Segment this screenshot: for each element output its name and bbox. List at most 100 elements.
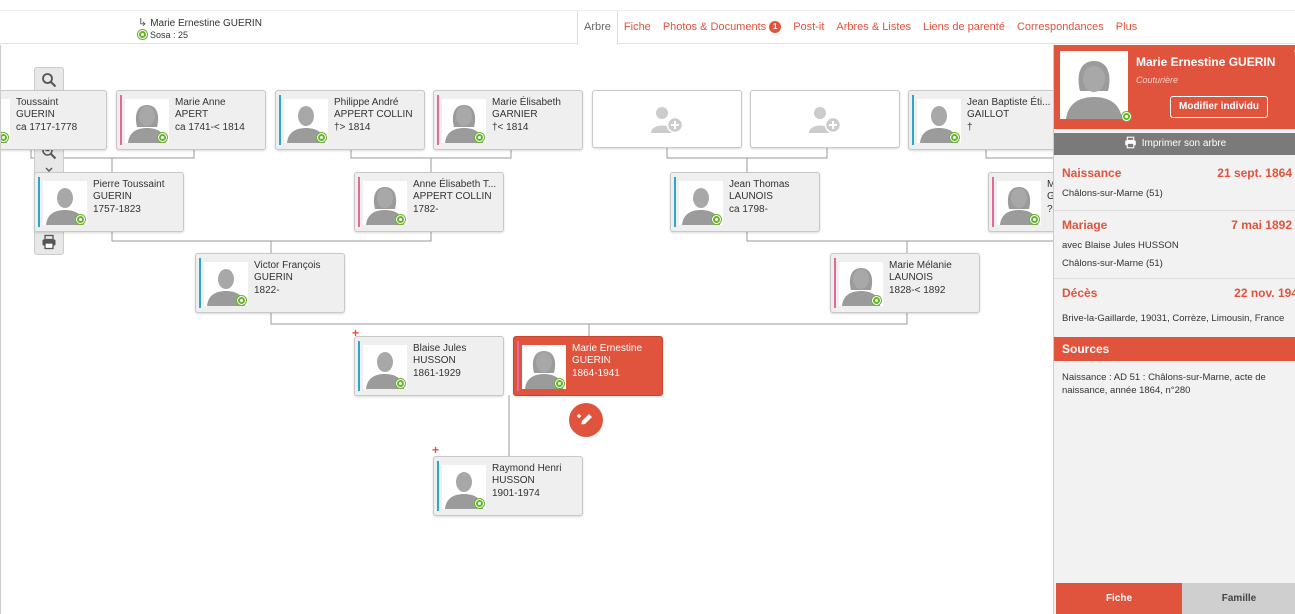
person-first-names: Anne Élisabeth T... xyxy=(413,179,497,190)
add-child-icon[interactable]: + xyxy=(432,443,439,457)
birth-label: Naissance xyxy=(1062,166,1122,180)
death-label: Décès xyxy=(1062,286,1098,300)
arrow-icon: ↳ xyxy=(138,17,148,29)
sosa-icon xyxy=(475,499,484,508)
person-card[interactable]: MG? xyxy=(988,172,1053,232)
marriage-date: 7 mai 1892 xyxy=(1231,218,1292,232)
death-date: 22 nov. 194 xyxy=(1234,286,1295,300)
female-silhouette-icon xyxy=(1060,51,1128,119)
person-first-names: Jean Thomas xyxy=(729,179,790,190)
sources-header[interactable]: Sources xyxy=(1054,337,1295,361)
tab-post-it[interactable]: Post-it xyxy=(787,11,830,44)
person-first-names: Jean Baptiste Éti... xyxy=(967,97,1051,108)
sex-indicator xyxy=(992,177,994,227)
sex-indicator xyxy=(437,461,439,511)
person-dates: 1864-1941 xyxy=(572,368,620,379)
person-dates: †< 1814 xyxy=(492,122,529,133)
tab-liens-parente[interactable]: Liens de parenté xyxy=(917,11,1011,44)
person-dates: 1822- xyxy=(254,285,280,296)
marriage-spouse: avec Blaise Jules HUSSON xyxy=(1062,240,1179,251)
person-card[interactable]: Anne Élisabeth T... APPERT COLLIN 1782- xyxy=(354,172,504,232)
person-card[interactable]: Jean Baptiste Éti... GAILLOT † xyxy=(908,90,1053,150)
person-surname: GARNIER xyxy=(492,109,538,120)
sex-indicator xyxy=(38,177,40,227)
person-surname: HUSSON xyxy=(492,475,535,486)
person-surname: APPERT COLLIN xyxy=(413,191,492,202)
death-place: Brive-la-Gaillarde, 19031, Corrèze, Limo… xyxy=(1062,313,1285,324)
add-spouse-icon[interactable]: + xyxy=(352,326,359,340)
person-card[interactable]: Pierre Toussaint GUERIN 1757-1823 xyxy=(34,172,184,232)
person-surname: GUERIN xyxy=(254,272,293,283)
person-card-selected[interactable]: Marie Ernestine GUERIN 1864-1941 xyxy=(513,336,663,396)
sex-indicator xyxy=(437,95,439,145)
tab-fiche-label: Fiche xyxy=(623,21,651,33)
sosa-icon xyxy=(76,215,85,224)
sosa-icon xyxy=(317,133,326,142)
print-tree-button[interactable] xyxy=(34,229,64,255)
person-first-names: Marie Anne xyxy=(175,97,226,108)
top-bar: ↳ Marie Ernestine GUERIN Sosa : 25 Arbre … xyxy=(0,10,1295,45)
panel-person-name: Marie Ernestine GUERIN xyxy=(1136,55,1276,69)
sex-indicator xyxy=(120,95,122,145)
person-card[interactable]: Blaise Jules HUSSON 1861-1929 xyxy=(354,336,504,396)
tab-correspondances[interactable]: Correspondances xyxy=(1011,11,1110,44)
sosa-icon xyxy=(158,133,167,142)
person-dates: 1782- xyxy=(413,204,439,215)
sosa-icon xyxy=(396,215,405,224)
tab-arbres-listes[interactable]: Arbres & Listes xyxy=(830,11,917,44)
panel-tab-fiche[interactable]: Fiche xyxy=(1056,583,1182,614)
sosa-icon xyxy=(475,133,484,142)
person-dates: ? xyxy=(1047,204,1053,215)
tab-arbres-label: Arbres & Listes xyxy=(836,21,911,33)
person-dates: 1757-1823 xyxy=(93,204,141,215)
person-first-names: Marie Élisabeth xyxy=(492,97,561,108)
current-person[interactable]: ↳ Marie Ernestine GUERIN xyxy=(138,17,262,30)
person-card[interactable]: Toussaint GUERIN ca 1717-1778 xyxy=(1,90,107,150)
tab-post-it-label: Post-it xyxy=(793,21,825,33)
marriage-label: Mariage xyxy=(1062,218,1108,232)
sex-indicator xyxy=(358,341,360,391)
tab-plus[interactable]: Plus xyxy=(1110,11,1143,44)
tab-fiche[interactable]: Fiche xyxy=(618,11,657,44)
birth-place: Châlons-sur-Marne (51) xyxy=(1062,188,1163,199)
sex-indicator xyxy=(279,95,281,145)
tab-arbre[interactable]: Arbre xyxy=(577,11,618,45)
sosa-indicator: Sosa : 25 xyxy=(138,30,188,40)
tree-canvas[interactable]: Toussaint GUERIN ca 1717-1778 Marie Anne APE… xyxy=(0,45,1053,614)
person-card[interactable]: Jean Thomas LAUNOIS ca 1798- xyxy=(670,172,820,232)
add-ancestor-slot[interactable] xyxy=(592,90,742,148)
tab-photos-documents[interactable]: Photos & Documents 1 xyxy=(657,11,787,44)
sex-indicator xyxy=(199,258,201,308)
sosa-icon xyxy=(237,296,246,305)
person-card[interactable]: Victor François GUERIN 1822- xyxy=(195,253,345,313)
person-card[interactable]: Marie Anne APERT ca 1741-< 1814 xyxy=(116,90,266,150)
person-first-names: Blaise Jules xyxy=(413,343,467,354)
person-card[interactable]: Philippe André APPERT COLLIN †> 1814 xyxy=(275,90,425,150)
person-surname: GUERIN xyxy=(16,109,55,120)
marriage-place: Châlons-sur-Marne (51) xyxy=(1062,258,1163,269)
person-dates: ca 1798- xyxy=(729,204,768,215)
panel-tab-famille[interactable]: Famille xyxy=(1182,583,1295,614)
edit-person-button[interactable] xyxy=(569,403,603,437)
sosa-icon xyxy=(1030,215,1039,224)
person-card[interactable]: Marie Élisabeth GARNIER †< 1814 xyxy=(433,90,583,150)
person-photo[interactable] xyxy=(1060,51,1128,119)
person-card[interactable]: Raymond Henri HUSSON 1901-1974 xyxy=(433,456,583,516)
birth-date: 21 sept. 1864 xyxy=(1217,166,1292,180)
panel-occupation: Couturière xyxy=(1136,75,1179,85)
sosa-label: Sosa : 25 xyxy=(150,30,189,40)
person-dates: 1861-1929 xyxy=(413,368,461,379)
person-first-names: Philippe André xyxy=(334,97,399,108)
person-first-names: Pierre Toussaint xyxy=(93,179,165,190)
add-person-icon xyxy=(651,107,684,134)
person-card[interactable]: Marie Mélanie LAUNOIS 1828-< 1892 xyxy=(830,253,980,313)
person-surname: GUERIN xyxy=(572,355,611,366)
print-icon xyxy=(1124,136,1136,149)
print-tree-link[interactable]: Imprimer son arbre xyxy=(1054,133,1295,155)
search-icon[interactable] xyxy=(35,68,63,92)
add-ancestor-slot[interactable] xyxy=(750,90,900,148)
person-detail-panel: Marie Ernestine GUERIN Couturière Modifi… xyxy=(1053,45,1295,614)
person-first-names: Raymond Henri xyxy=(492,463,562,474)
edit-individual-button[interactable]: Modifier individu xyxy=(1170,96,1268,118)
birth-section: Naissance 21 sept. 1864 Châlons-sur-Marn… xyxy=(1054,159,1295,211)
